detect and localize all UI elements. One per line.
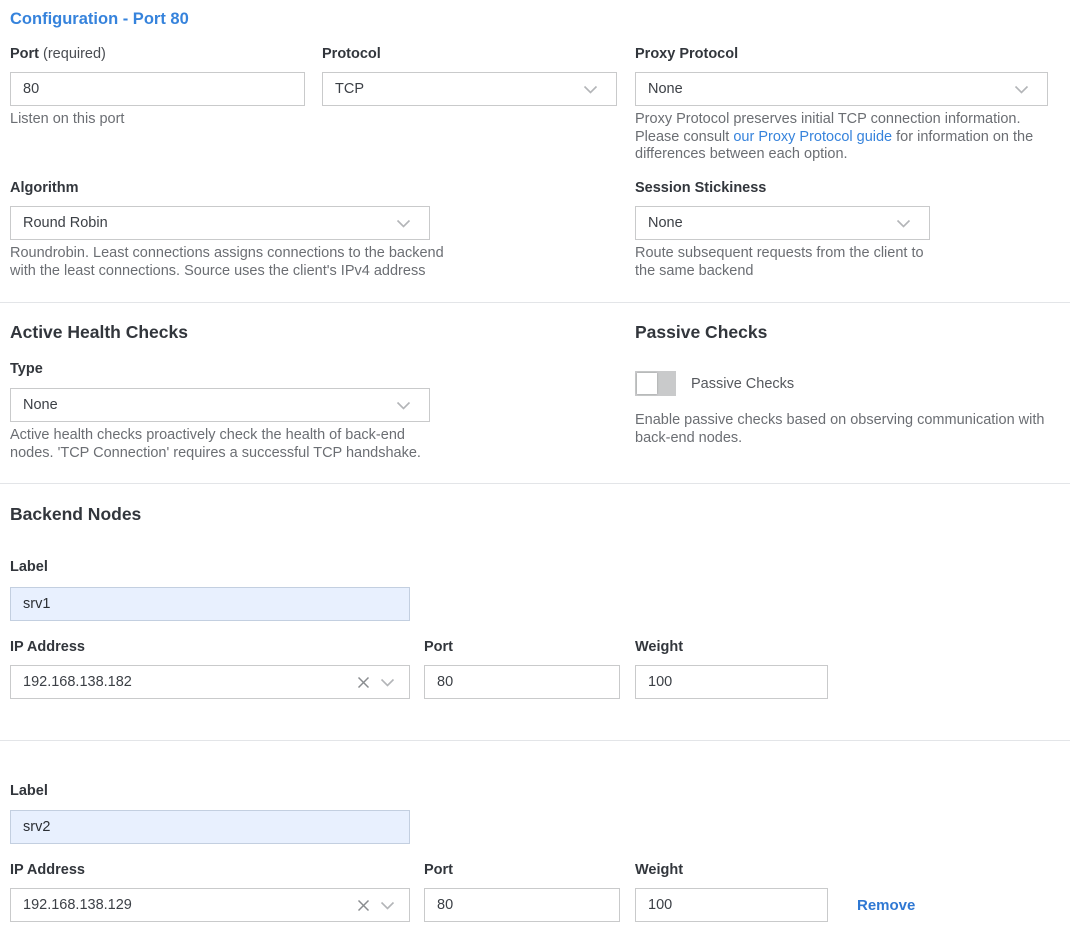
node1-label-field-label: Label — [10, 559, 48, 575]
node2-ip-input[interactable] — [11, 889, 351, 921]
proxy-protocol-helper: Proxy Protocol preserves initial TCP con… — [635, 111, 1055, 164]
node2-ip-combobox[interactable] — [10, 888, 410, 922]
node1-ip-combobox[interactable] — [10, 665, 410, 699]
chevron-down-icon — [891, 211, 915, 235]
session-stickiness-label: Session Stickiness — [635, 180, 766, 196]
algorithm-helper-text: Roundrobin. Least connections assigns co… — [10, 245, 455, 280]
node-divider — [0, 740, 1070, 741]
passive-checks-toggle[interactable] — [635, 371, 676, 396]
protocol-label: Protocol — [322, 46, 381, 62]
toggle-knob — [637, 373, 657, 394]
active-health-checks-heading: Active Health Checks — [10, 322, 188, 343]
chevron-down-icon — [391, 211, 415, 235]
passive-checks-helper-text: Enable passive checks based on observing… — [635, 412, 1060, 447]
chevron-down-icon[interactable] — [375, 893, 399, 917]
port-label: Port (required) — [10, 46, 106, 62]
node2-remove-button[interactable]: Remove — [857, 897, 915, 914]
protocol-select[interactable]: TCP — [322, 72, 617, 106]
proxy-protocol-select[interactable]: None — [635, 72, 1048, 106]
node1-ip-input[interactable] — [11, 666, 351, 698]
clear-icon[interactable] — [351, 670, 375, 694]
node2-port-field-label: Port — [424, 862, 453, 878]
port-required-suffix: (required) — [39, 46, 106, 62]
node1-port-field-label: Port — [424, 639, 453, 655]
algorithm-label: Algorithm — [10, 180, 78, 196]
proxy-protocol-guide-link[interactable]: our Proxy Protocol guide — [733, 129, 892, 145]
port-label-text: Port — [10, 46, 39, 62]
chevron-down-icon — [578, 77, 602, 101]
session-stickiness-helper-text: Route subsequent requests from the clien… — [635, 245, 930, 280]
section-divider — [0, 483, 1070, 484]
chevron-down-icon[interactable] — [375, 670, 399, 694]
node2-port-input[interactable] — [424, 888, 620, 922]
algorithm-selected-value: Round Robin — [23, 215, 108, 231]
port-input[interactable] — [10, 72, 305, 106]
health-check-type-select[interactable]: None — [10, 388, 430, 422]
health-check-type-selected-value: None — [23, 397, 58, 413]
algorithm-select[interactable]: Round Robin — [10, 206, 430, 240]
proxy-protocol-label: Proxy Protocol — [635, 46, 738, 62]
session-stickiness-select[interactable]: None — [635, 206, 930, 240]
node2-label-input[interactable] — [10, 810, 410, 844]
health-check-type-label: Type — [10, 361, 43, 377]
active-health-checks-helper-text: Active health checks proactively check t… — [10, 427, 450, 462]
page-title: Configuration - Port 80 — [10, 10, 189, 29]
node2-weight-input[interactable] — [635, 888, 828, 922]
passive-checks-heading: Passive Checks — [635, 322, 767, 343]
node2-weight-field-label: Weight — [635, 862, 683, 878]
chevron-down-icon — [391, 393, 415, 417]
node2-label-field-label: Label — [10, 783, 48, 799]
proxy-protocol-selected-value: None — [648, 81, 683, 97]
node1-ip-field-label: IP Address — [10, 639, 85, 655]
node2-ip-field-label: IP Address — [10, 862, 85, 878]
session-stickiness-selected-value: None — [648, 215, 683, 231]
clear-icon[interactable] — [351, 893, 375, 917]
passive-checks-toggle-label: Passive Checks — [691, 376, 794, 392]
node1-weight-field-label: Weight — [635, 639, 683, 655]
backend-nodes-heading: Backend Nodes — [10, 504, 141, 525]
node1-port-input[interactable] — [424, 665, 620, 699]
section-divider — [0, 302, 1070, 303]
node1-label-input[interactable] — [10, 587, 410, 621]
node1-weight-input[interactable] — [635, 665, 828, 699]
chevron-down-icon — [1009, 77, 1033, 101]
protocol-selected-value: TCP — [335, 81, 364, 97]
port-helper-text: Listen on this port — [10, 111, 310, 129]
